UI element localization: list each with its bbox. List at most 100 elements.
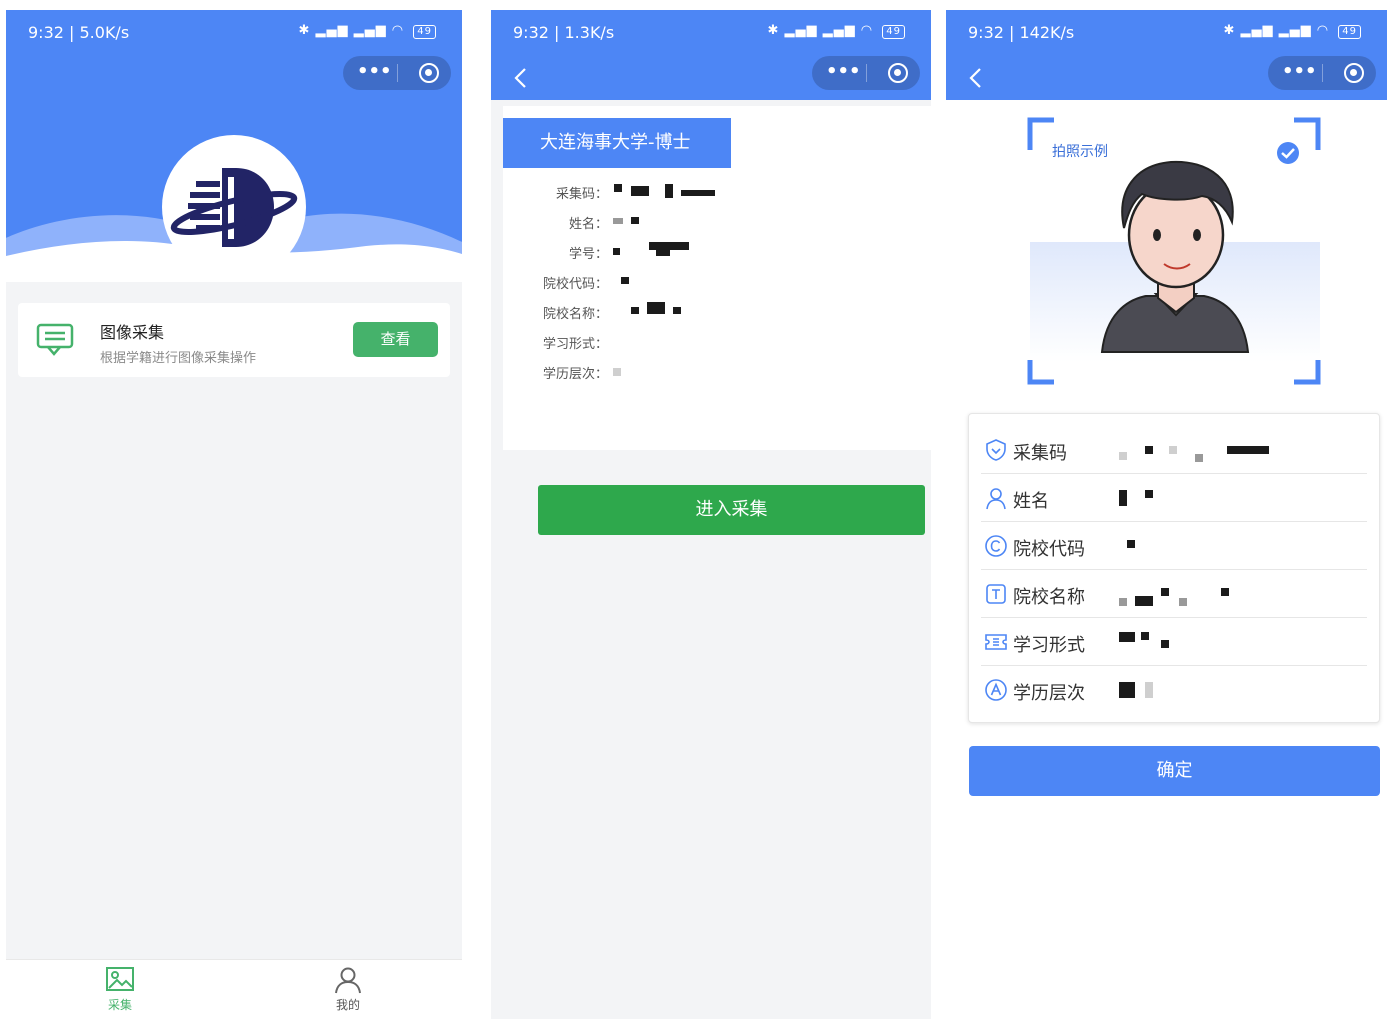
- target-circle-icon[interactable]: [1344, 63, 1364, 83]
- redacted-value: [621, 277, 629, 284]
- mini-program-capsule: •••: [812, 56, 920, 90]
- redacted-value: [1119, 598, 1127, 606]
- field-label-study-mode: 学习形式：: [542, 337, 608, 352]
- enter-collection-button[interactable]: 进入采集: [538, 485, 925, 535]
- status-icons: ✱ ▂▄▆ ▂▄▆ ◠ 49: [768, 23, 905, 39]
- redacted-value: [1127, 540, 1135, 548]
- person-icon: [986, 488, 1006, 510]
- field-label-collect-code: 采集码：: [555, 187, 608, 202]
- redacted-value: [1119, 682, 1135, 698]
- field-label-education-level: 学历层次：: [542, 367, 608, 382]
- card-subtitle: 根据学籍进行图像采集操作: [100, 351, 257, 366]
- check-circle-icon: [1277, 142, 1299, 164]
- list-item-school-code: 院校代码: [981, 522, 1367, 570]
- list-item-collect-code: 采集码: [981, 426, 1367, 474]
- list-label: 院校名称: [1013, 587, 1085, 608]
- redacted-value: [1145, 490, 1153, 498]
- back-arrow-icon[interactable]: [509, 64, 533, 92]
- letter-a-icon: [985, 679, 1007, 701]
- target-circle-icon[interactable]: [419, 63, 439, 83]
- redacted-value: [665, 184, 673, 198]
- battery-icon: 49: [1338, 25, 1361, 39]
- copyright-icon: [985, 535, 1007, 557]
- redacted-value: [1179, 598, 1187, 606]
- list-label: 学习形式: [1013, 635, 1085, 656]
- more-dots-icon[interactable]: •••: [826, 62, 861, 82]
- tab-collect-label: 采集: [107, 998, 132, 1012]
- more-dots-icon[interactable]: •••: [357, 62, 392, 82]
- student-detail-list: 采集码 姓名 院校代码 院校名称 学习形式 学历层次: [968, 413, 1380, 723]
- message-icon: [36, 323, 74, 356]
- student-info-screen: 9:32 | 1.3K/s ✱ ▂▄▆ ▂▄▆ ◠ 49 ••• 大连海事大学-…: [491, 10, 931, 1019]
- ticket-icon: [985, 634, 1007, 650]
- redacted-value: [647, 302, 665, 314]
- redacted-value: [1119, 632, 1135, 642]
- photo-capture-screen: 9:32 | 142K/s ✱ ▂▄▆ ▂▄▆ ◠ 49 ••• 拍照示例 采集…: [946, 10, 1387, 1019]
- redacted-value: [673, 307, 681, 314]
- more-dots-icon[interactable]: •••: [1282, 62, 1317, 82]
- confirm-button[interactable]: 确定: [969, 746, 1380, 796]
- back-arrow-icon[interactable]: [964, 64, 988, 92]
- status-icons: ✱ ▂▄▆ ▂▄▆ ◠ 49: [299, 23, 436, 39]
- redacted-value: [1135, 596, 1153, 606]
- status-time: 9:32 | 142K/s: [968, 23, 1075, 42]
- list-label: 姓名: [1013, 491, 1049, 512]
- tab-mine-label: 我的: [335, 998, 360, 1012]
- battery-icon: 49: [413, 25, 436, 39]
- field-label-school-code: 院校代码：: [542, 277, 608, 292]
- image-icon: [106, 967, 134, 991]
- tab-mine[interactable]: 我的: [318, 966, 378, 1013]
- tab-collect[interactable]: 采集: [90, 966, 150, 1013]
- nav-bar: •••: [6, 56, 462, 100]
- field-label-name: 姓名：: [568, 217, 608, 232]
- home-screen: 9:32 | 5.0K/s ✱ ▂▄▆ ▂▄▆ ◠ 49 ••• 图像采集 根据…: [6, 10, 462, 1019]
- redacted-value: [631, 217, 639, 224]
- field-label-school-name: 院校名称：: [542, 307, 608, 322]
- list-item-education-level: 学历层次: [981, 666, 1367, 714]
- shield-icon: [986, 439, 1006, 461]
- redacted-value: [631, 307, 639, 314]
- redacted-value: [614, 184, 622, 192]
- user-icon: [335, 967, 361, 994]
- school-title: 大连海事大学-博士: [503, 118, 731, 168]
- redacted-value: [613, 218, 623, 224]
- redacted-value: [613, 248, 620, 255]
- capsule-divider: [397, 64, 398, 82]
- redacted-value: [656, 250, 670, 256]
- hero-banner: 9:32 | 5.0K/s ✱ ▂▄▆ ▂▄▆ ◠ 49 •••: [6, 10, 462, 290]
- nav-bar: •••: [946, 56, 1387, 100]
- battery-icon: 49: [882, 25, 905, 39]
- list-item-study-mode: 学习形式: [981, 618, 1367, 666]
- redacted-value: [1227, 446, 1269, 454]
- photo-sample-frame: [1027, 117, 1321, 385]
- status-bar: 9:32 | 5.0K/s ✱ ▂▄▆ ▂▄▆ ◠ 49: [6, 10, 462, 56]
- redacted-value: [1161, 640, 1169, 648]
- tab-bar: 采集 我的: [6, 959, 462, 1019]
- redacted-value: [1145, 446, 1153, 454]
- field-label-student-id: 学号：: [568, 247, 608, 262]
- redacted-value: [1161, 588, 1169, 596]
- list-label: 院校代码: [1013, 539, 1085, 560]
- university-logo: [162, 135, 306, 279]
- student-info-panel: 大连海事大学-博士 采集码： 姓名： 学号： 院校代码： 院校名称： 学习形式：…: [503, 106, 931, 535]
- redacted-value: [1145, 682, 1153, 698]
- list-item-name: 姓名: [981, 474, 1367, 522]
- redacted-value: [1221, 588, 1229, 596]
- redacted-value: [1169, 446, 1177, 454]
- status-icons: ✱ ▂▄▆ ▂▄▆ ◠ 49: [1224, 23, 1361, 39]
- target-circle-icon[interactable]: [888, 63, 908, 83]
- redacted-value: [1141, 632, 1149, 640]
- redacted-value: [1195, 454, 1203, 462]
- redacted-value: [613, 368, 621, 376]
- status-bar: 9:32 | 1.3K/s ✱ ▂▄▆ ▂▄▆ ◠ 49: [491, 10, 931, 56]
- nav-bar: •••: [491, 56, 931, 100]
- status-bar: 9:32 | 142K/s ✱ ▂▄▆ ▂▄▆ ◠ 49: [946, 10, 1387, 56]
- redacted-value: [1119, 452, 1127, 460]
- sample-label: 拍照示例: [1052, 144, 1108, 160]
- list-item-school-name: 院校名称: [981, 570, 1367, 618]
- view-button[interactable]: 查看: [353, 322, 438, 357]
- redacted-value: [1119, 490, 1127, 506]
- redacted-value: [649, 242, 689, 250]
- redacted-value: [631, 186, 649, 196]
- mini-program-capsule: •••: [343, 56, 451, 90]
